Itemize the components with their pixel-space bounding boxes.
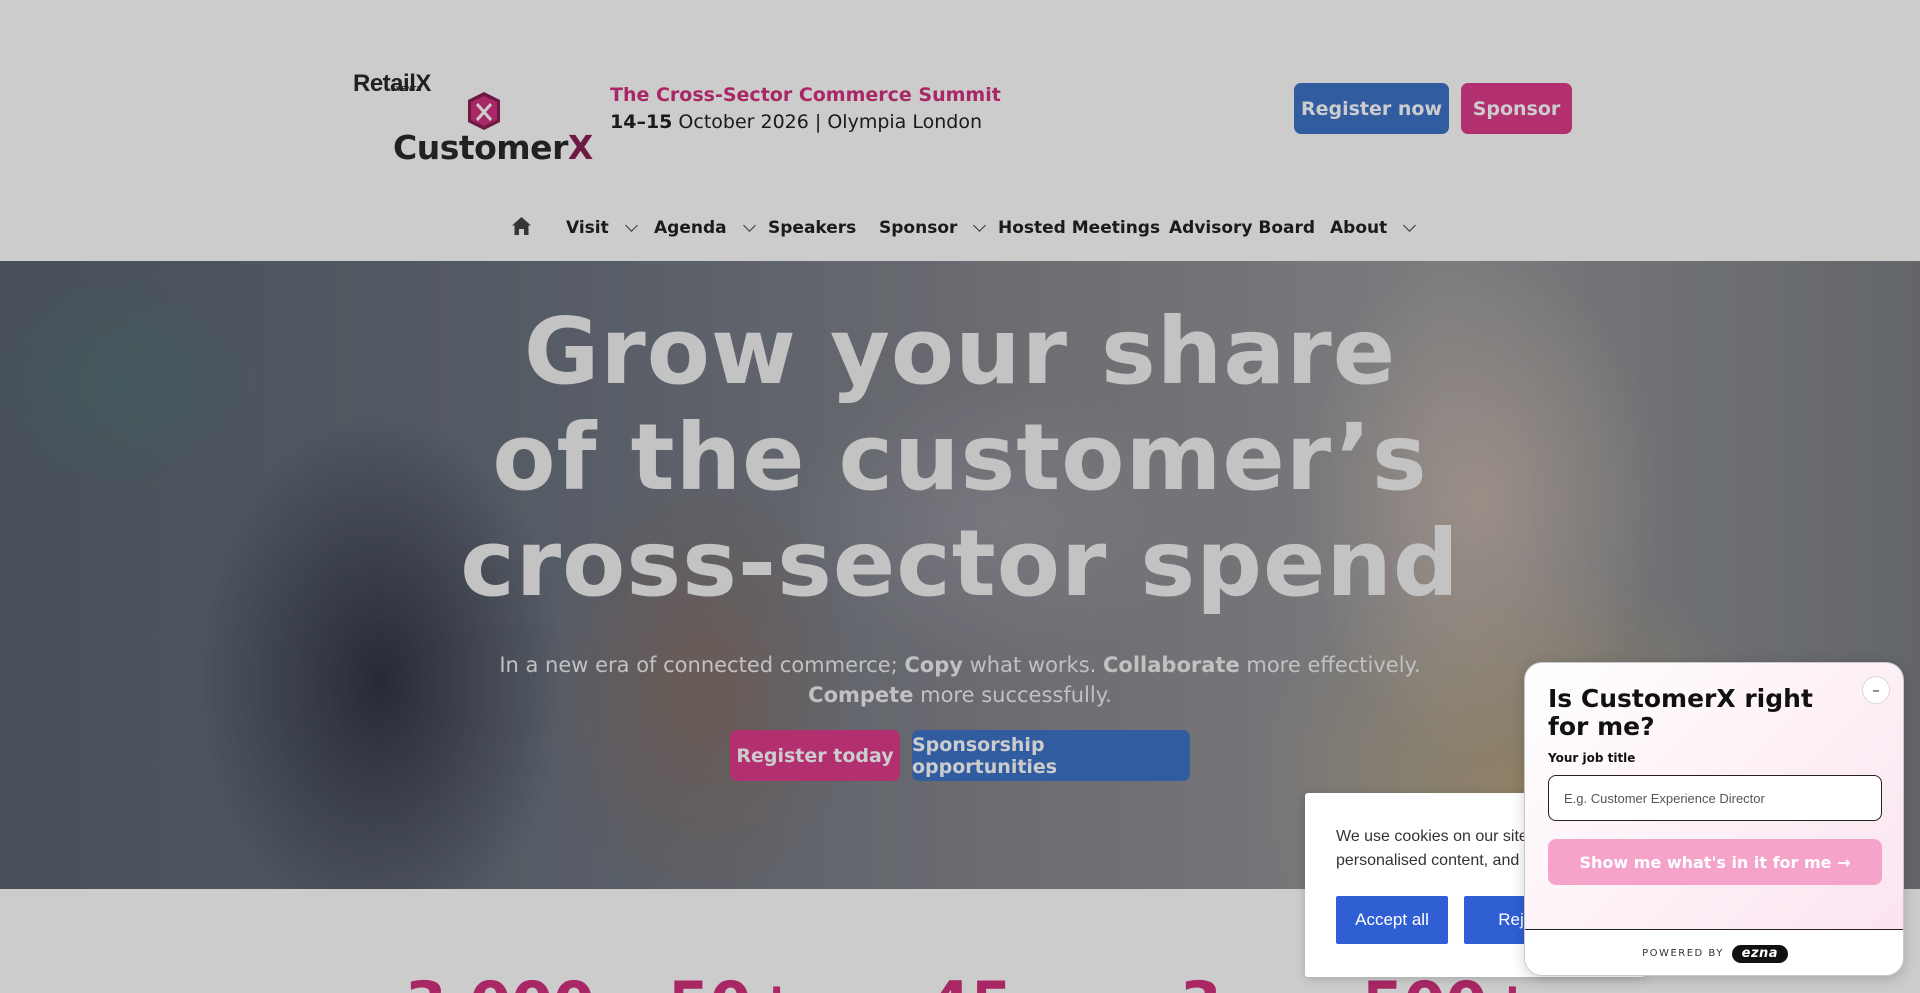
hero-sub-emphasis: Copy <box>904 653 963 677</box>
register-today-button[interactable]: Register today <box>730 730 900 781</box>
nav-item-visit[interactable]: Visit <box>566 213 638 243</box>
hero-headline-line: cross-sector spend <box>460 510 1460 617</box>
register-now-button[interactable]: Register now <box>1294 83 1449 134</box>
nav-item-agenda[interactable]: Agenda <box>654 213 756 243</box>
nav-item-label: Agenda <box>654 218 727 238</box>
nav-item-label: Speakers <box>768 218 857 238</box>
summit-title: The Cross-Sector Commerce Summit <box>610 84 1001 106</box>
sponsor-button[interactable]: Sponsor <box>1461 83 1572 134</box>
summit-date-rest: October 2026 | Olympia London <box>672 111 982 133</box>
retailx-logo-sub: EVENTS <box>391 86 423 93</box>
hero-sub-text: In a new era of connected commerce; <box>499 653 905 677</box>
customerx-logo-mark-icon <box>468 92 500 130</box>
stat-value: 3 <box>1180 969 1222 993</box>
nav-item-sponsor[interactable]: Sponsor <box>879 213 987 243</box>
nav-item-label: Hosted Meetings <box>998 218 1161 238</box>
nav-item-label: About <box>1330 218 1388 238</box>
hero-headline: Grow your share of the customer’s cross-… <box>0 299 1920 617</box>
minimize-icon[interactable]: – <box>1862 676 1890 704</box>
chevron-down-icon <box>973 218 987 232</box>
hero-sub-text: more effectively. <box>1239 653 1421 677</box>
nav-item-label: Visit <box>566 218 609 238</box>
stat-value: 50+ <box>668 969 802 993</box>
hero-sub-text: what works. <box>962 653 1104 677</box>
accept-all-button[interactable]: Accept all <box>1336 896 1448 944</box>
chevron-down-icon <box>1403 218 1417 232</box>
chevron-down-icon <box>742 218 756 232</box>
retailx-logo[interactable]: RetailX <box>353 70 431 98</box>
quiz-title: Is CustomerX right for me? <box>1548 684 1813 741</box>
chevron-down-icon <box>624 218 638 232</box>
nav-item-label: Advisory Board <box>1169 218 1316 238</box>
nav-item-speakers[interactable]: Speakers <box>768 213 856 243</box>
powered-by-text: POWERED BY <box>1642 948 1724 959</box>
ezna-logo[interactable]: ezna <box>1731 944 1788 963</box>
hero-sub-emphasis: Compete <box>808 683 914 707</box>
customerx-logo-text: Customer <box>393 128 568 167</box>
nav-item-hosted-meetings[interactable]: Hosted Meetings <box>998 213 1160 243</box>
summit-date-days: 14–15 <box>610 111 673 133</box>
hero-headline-line: of the customer’s <box>492 404 1428 511</box>
hero-headline-line: Grow your share <box>523 298 1397 405</box>
hero-sub-emphasis: Collaborate <box>1103 653 1240 677</box>
powered-by-footer: POWERED BY ezna <box>1525 929 1903 975</box>
job-title-input[interactable] <box>1548 775 1882 821</box>
sponsorship-opportunities-button[interactable]: Sponsorship opportunities <box>912 730 1190 781</box>
customerx-logo[interactable]: CustomerX <box>393 128 593 167</box>
nav-item-advisory-board[interactable]: Advisory Board <box>1169 213 1315 243</box>
summit-date: 14–15 October 2026 | Olympia London <box>610 111 982 133</box>
customerx-logo-x: X <box>567 128 593 167</box>
nav-item-label: Sponsor <box>879 218 958 238</box>
main-nav: Visit Agenda Speakers Sponsor Hosted Mee… <box>0 213 1920 243</box>
nav-item-about[interactable]: About <box>1330 213 1417 243</box>
stat-value: 3,000 <box>405 969 595 993</box>
quiz-widget: Is CustomerX right for me? – Your job ti… <box>1524 662 1904 976</box>
job-title-label: Your job title <box>1548 751 1636 765</box>
stat-value: 45 <box>929 969 1013 993</box>
hero-sub-text: more successfully. <box>913 683 1112 707</box>
site-header: RetailX EVENTS CustomerX The Cross-Secto… <box>0 0 1920 261</box>
show-me-button[interactable]: Show me what's in it for me → <box>1548 839 1882 885</box>
